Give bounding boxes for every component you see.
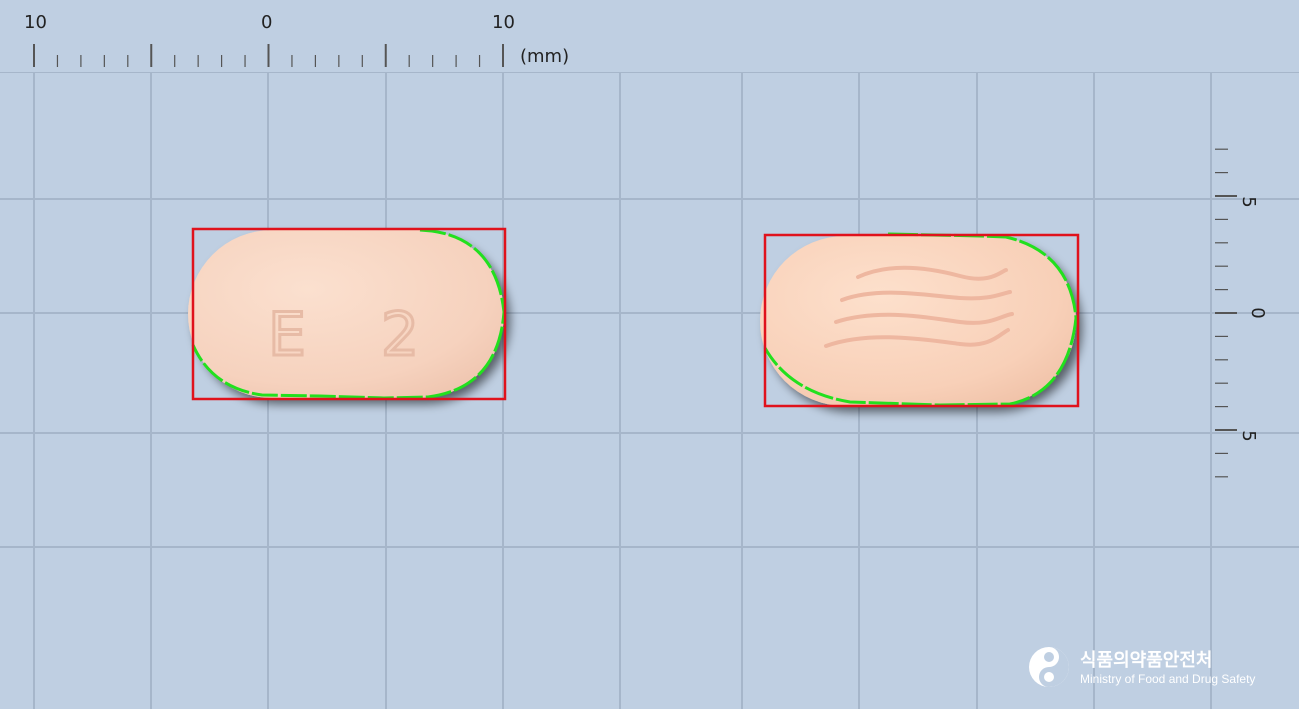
ruler-label-right-10: 10 [492, 12, 515, 33]
mfds-emblem-icon [1029, 647, 1069, 687]
ruler-unit-label: (mm) [520, 46, 569, 67]
pill-front-imprint: E 2 [268, 300, 447, 370]
mfds-logo: 식품의약품안전처 Ministry of Food and Drug Safet… [1029, 647, 1255, 687]
pill-front: E 2 [188, 227, 507, 401]
pill-identification-image: 10 0 10 (mm) 5 0 5 E 2 식품의약품안전처 Ministry… [0, 0, 1299, 709]
vruler-label-zero: 0 [1247, 307, 1268, 318]
mfds-logo-english: Ministry of Food and Drug Safety [1080, 672, 1255, 686]
pill-back [760, 232, 1080, 408]
ruler-label-zero: 0 [261, 12, 272, 33]
mfds-logo-korean: 식품의약품안전처 [1080, 649, 1212, 671]
ruler-label-left-10: 10 [24, 12, 47, 33]
pill-back-body [760, 236, 1076, 406]
vruler-label-bottom-5: 5 [1238, 430, 1259, 441]
background-grid [0, 0, 1299, 709]
top-ruler: 10 0 10 (mm) [0, 0, 1299, 72]
vruler-label-top-5: 5 [1238, 196, 1259, 207]
